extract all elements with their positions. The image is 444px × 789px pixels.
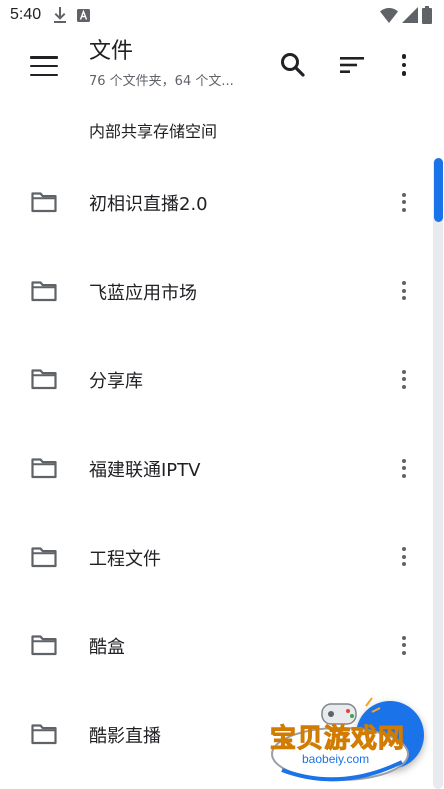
list-item[interactable]: 初相识直播2.0 bbox=[0, 158, 430, 247]
dot bbox=[402, 384, 406, 389]
dot bbox=[402, 643, 406, 648]
more-options-button[interactable] bbox=[393, 50, 415, 80]
download-icon bbox=[54, 7, 67, 23]
folder-name: 福建联通IPTV bbox=[89, 460, 201, 482]
watermark-logo: 宝贝游戏网 baobeiy.com bbox=[262, 692, 412, 784]
dot bbox=[402, 288, 406, 293]
scrollbar-track[interactable] bbox=[433, 158, 443, 789]
title-block: 文件 76 个文件夹，64 个文... bbox=[89, 38, 259, 89]
item-more-button[interactable] bbox=[393, 277, 415, 305]
dot bbox=[402, 562, 406, 567]
item-more-button[interactable] bbox=[393, 454, 415, 482]
more-vert-icon bbox=[402, 369, 406, 374]
folder-name: 初相识直播2.0 bbox=[89, 194, 208, 215]
dot bbox=[402, 377, 406, 382]
watermark-url: baobeiy.com bbox=[302, 752, 370, 766]
list-item[interactable]: 福建联通IPTV bbox=[0, 424, 430, 513]
dot bbox=[402, 296, 406, 301]
more-vert-icon bbox=[402, 547, 406, 552]
more-vert-icon bbox=[402, 458, 406, 463]
sort-button[interactable] bbox=[337, 50, 367, 80]
sort-icon bbox=[340, 57, 364, 73]
folder-icon bbox=[31, 724, 57, 745]
more-vert-icon bbox=[402, 192, 406, 197]
more-vert-icon-dot bbox=[401, 71, 407, 76]
folder-icon bbox=[31, 547, 57, 567]
folder-icon bbox=[31, 369, 57, 390]
menu-button[interactable] bbox=[28, 52, 60, 80]
list-item[interactable]: 酷盒 bbox=[0, 601, 430, 690]
list-item[interactable]: 飞蓝应用市场 bbox=[0, 247, 430, 336]
search-icon bbox=[281, 53, 305, 77]
list-item[interactable]: 分享库 bbox=[0, 335, 430, 424]
dot bbox=[402, 554, 406, 559]
folder-name: 工程文件 bbox=[89, 548, 161, 570]
folder-name: 酷盒 bbox=[89, 637, 125, 659]
list-item[interactable]: 工程文件 bbox=[0, 513, 430, 602]
battery-icon bbox=[422, 6, 432, 24]
dot bbox=[402, 466, 406, 471]
more-vert-icon bbox=[402, 635, 406, 640]
menu-icon-line bbox=[30, 56, 58, 59]
item-more-button[interactable] bbox=[393, 365, 415, 393]
status-icons-right bbox=[380, 6, 432, 24]
dot bbox=[402, 650, 406, 655]
font-icon bbox=[77, 8, 91, 22]
folder-list: 初相识直播2.0 飞蓝应用市场 分享库 福建联通IPTV 工程文件 酷盒 酷影直… bbox=[0, 158, 430, 779]
folder-name: 分享库 bbox=[89, 371, 143, 393]
more-vert-icon bbox=[401, 54, 407, 59]
page-subtitle: 76 个文件夹，64 个文... bbox=[89, 74, 234, 89]
more-vert-icon bbox=[402, 281, 406, 286]
search-button[interactable] bbox=[278, 50, 308, 80]
folder-name: 飞蓝应用市场 bbox=[89, 282, 197, 304]
folder-icon bbox=[31, 458, 57, 479]
folder-icon bbox=[31, 635, 57, 656]
status-icons-left bbox=[53, 7, 91, 23]
status-time: 5:40 bbox=[10, 6, 42, 23]
scrollbar-thumb[interactable] bbox=[434, 158, 443, 222]
more-vert-icon-dot bbox=[401, 62, 407, 68]
menu-icon-line bbox=[30, 73, 58, 76]
watermark-brand: 宝贝游戏网 bbox=[269, 724, 406, 755]
item-more-button[interactable] bbox=[393, 543, 415, 571]
menu-icon-line bbox=[30, 64, 58, 68]
app-bar: 文件 76 个文件夹，64 个文... bbox=[0, 30, 444, 100]
folder-name: 酷影直播 bbox=[89, 726, 161, 748]
page-title: 文件 bbox=[89, 39, 134, 64]
signal-icon bbox=[402, 7, 418, 23]
item-more-button[interactable] bbox=[393, 631, 415, 659]
wifi-icon bbox=[380, 8, 398, 23]
storage-location-label[interactable]: 内部共享存储空间 bbox=[89, 118, 217, 142]
item-more-button[interactable] bbox=[393, 188, 415, 216]
dot bbox=[402, 473, 406, 478]
status-bar: 5:40 bbox=[0, 0, 444, 30]
folder-icon bbox=[31, 281, 57, 301]
dot bbox=[402, 200, 406, 204]
folder-icon bbox=[31, 192, 57, 213]
dot bbox=[402, 207, 406, 212]
